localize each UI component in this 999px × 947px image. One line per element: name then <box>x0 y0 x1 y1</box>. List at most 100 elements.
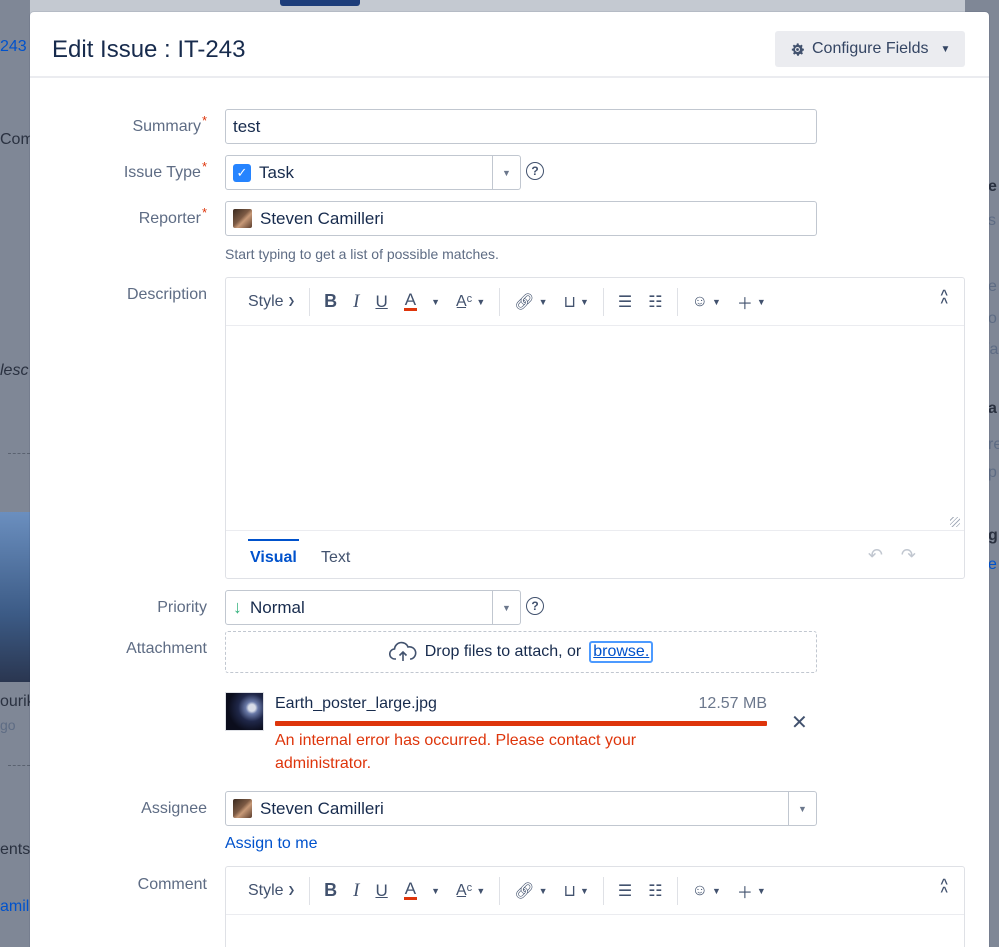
dialog-title: Edit Issue : IT-243 <box>52 36 246 63</box>
link-icon[interactable]: 🔗︎ ▼ <box>506 867 555 915</box>
arrow-down-icon: ↓ <box>233 597 242 617</box>
required-marker: * <box>201 159 207 174</box>
toolbar-separator <box>499 287 501 316</box>
assignee-value: Steven Camilleri <box>260 798 384 818</box>
background-text: 243 <box>0 38 27 55</box>
toolbar-separator <box>499 876 501 905</box>
reporter-value: Steven Camilleri <box>260 208 384 228</box>
description-editor: Style ❯ B I U A ▼ A̲ᶜ ▼ 🔗︎ ▼ ⊔ ▼ ☰ ☷ ☺ ▼ ＋ ▼ ^ ^… <box>225 277 965 579</box>
cloud-upload-icon <box>388 641 417 661</box>
priority-select[interactable]: ↓ Normal ▼ <box>225 590 521 625</box>
editor-toolbar: Style ❯ B I U A ▼ A̲ᶜ ▼ 🔗︎ ▼ ⊔ ▼ ☰ ☷ ☺ ▼ ＋ ▼ ^ ^ <box>226 278 964 326</box>
description-textarea[interactable] <box>226 326 964 530</box>
collapse-toolbar-icon[interactable]: ^ ^ <box>940 877 948 898</box>
background-text: go <box>0 717 16 733</box>
background-text: o <box>988 310 997 327</box>
background-divider <box>8 765 30 766</box>
assignee-select[interactable]: Steven Camilleri ▼ <box>225 791 817 826</box>
background-text: g <box>988 527 998 544</box>
toolbar-separator <box>309 876 311 905</box>
caret-down-icon: ▼ <box>940 43 951 55</box>
assignee-label: Assignee <box>141 800 207 817</box>
bold-button[interactable]: B <box>316 867 345 915</box>
numbered-list-icon[interactable]: ☷ <box>640 278 670 326</box>
emoji-icon[interactable]: ☺ ▼ <box>684 867 729 915</box>
toolbar-separator <box>309 287 311 316</box>
emoji-icon[interactable]: ☺ ▼ <box>684 278 729 326</box>
issue-type-label: Issue Type* <box>123 159 207 181</box>
underline-button[interactable]: U <box>367 278 395 326</box>
avatar <box>233 799 252 818</box>
background-text: e <box>988 556 997 573</box>
attachment-clip-icon[interactable]: ⊔ ▼ <box>556 867 597 915</box>
toolbar-separator <box>676 287 678 316</box>
background-text: re <box>988 436 999 453</box>
toolbar-separator <box>602 876 604 905</box>
comment-textarea[interactable] <box>226 915 964 945</box>
chevron-down-icon[interactable]: ▼ <box>492 591 520 624</box>
background-text: e <box>988 278 997 295</box>
summary-input[interactable]: test <box>225 109 817 144</box>
toolbar-separator <box>676 876 678 905</box>
issue-type-select[interactable]: ✓ Task ▼ <box>225 155 521 190</box>
comment-editor: Style ❯ B I U A ▼ A̲ᶜ ▼ 🔗︎ ▼ ⊔ ▼ ☰ ☷ ☺ ▼ ＋ ▼ ^ ^ <box>225 866 965 947</box>
collapse-toolbar-icon[interactable]: ^ ^ <box>940 288 948 309</box>
avatar <box>233 209 252 228</box>
underline-button[interactable]: U <box>367 867 395 915</box>
bullet-list-icon[interactable]: ☰ <box>610 867 640 915</box>
italic-button[interactable]: I <box>345 867 367 915</box>
toolbar-separator <box>602 287 604 316</box>
tab-text[interactable]: Text <box>321 541 350 567</box>
numbered-list-icon[interactable]: ☷ <box>640 867 670 915</box>
close-icon[interactable]: ✕ <box>791 710 808 735</box>
help-icon[interactable]: ? <box>526 162 544 180</box>
background-top-tab <box>280 0 360 6</box>
text-color-button[interactable]: A ▼ <box>396 278 448 326</box>
undo-redo-icons[interactable]: ↶↷ <box>868 545 934 566</box>
style-dropdown[interactable]: Style ❯ <box>240 867 303 915</box>
text-color-button[interactable]: A ▼ <box>396 867 448 915</box>
style-dropdown[interactable]: Style ❯ <box>240 278 303 326</box>
chevron-down-icon[interactable]: ▼ <box>788 792 816 825</box>
link-icon[interactable]: 🔗︎ ▼ <box>506 278 555 326</box>
help-icon[interactable]: ? <box>526 597 544 615</box>
gear-icon <box>791 42 805 56</box>
italic-button[interactable]: I <box>345 278 367 326</box>
background-text: Com <box>0 131 34 148</box>
assign-to-me-link[interactable]: Assign to me <box>225 835 317 853</box>
required-marker: * <box>201 113 207 128</box>
background-text: p <box>988 464 997 481</box>
resize-grip-icon[interactable] <box>950 517 960 527</box>
background-text: amil <box>0 898 30 915</box>
background-divider <box>8 453 30 454</box>
dialog-header: Edit Issue : IT-243 Configure Fields ▼ <box>30 12 989 78</box>
attachment-dropzone[interactable]: Drop files to attach, or browse. <box>225 631 817 673</box>
priority-value: Normal <box>250 597 305 617</box>
background-image <box>0 512 30 682</box>
background-text: ents <box>0 841 31 858</box>
reporter-field[interactable]: Steven Camilleri <box>225 201 817 236</box>
editor-toolbar: Style ❯ B I U A ▼ A̲ᶜ ▼ 🔗︎ ▼ ⊔ ▼ ☰ ☷ ☺ ▼ ＋ ▼ ^ ^ <box>226 867 964 915</box>
configure-fields-button[interactable]: Configure Fields ▼ <box>775 31 965 67</box>
text-effects-icon[interactable]: A̲ᶜ ▼ <box>448 278 493 326</box>
description-label: Description <box>126 286 207 303</box>
attachment-thumbnail <box>225 692 264 731</box>
reporter-hint: Start typing to get a list of possible m… <box>225 246 499 262</box>
attachment-clip-icon[interactable]: ⊔ ▼ <box>556 278 597 326</box>
attachment-progress-bar <box>275 721 767 726</box>
insert-more-icon[interactable]: ＋ ▼ <box>729 278 774 326</box>
summary-value: test <box>233 116 261 136</box>
editor-mode-tabs: Visual Text ↶↷ <box>226 530 964 578</box>
background-text: e <box>988 178 997 195</box>
chevron-down-icon[interactable]: ▼ <box>492 156 520 189</box>
insert-more-icon[interactable]: ＋ ▼ <box>729 867 774 915</box>
text-effects-icon[interactable]: A̲ᶜ ▼ <box>448 867 493 915</box>
checkbox-icon: ✓ <box>233 163 251 182</box>
configure-fields-label: Configure Fields <box>812 40 929 57</box>
summary-label: Summary* <box>132 113 207 135</box>
bullet-list-icon[interactable]: ☰ <box>610 278 640 326</box>
browse-link[interactable]: browse. <box>589 641 654 663</box>
tab-visual[interactable]: Visual <box>248 539 299 567</box>
required-marker: * <box>201 205 207 220</box>
bold-button[interactable]: B <box>316 278 345 326</box>
